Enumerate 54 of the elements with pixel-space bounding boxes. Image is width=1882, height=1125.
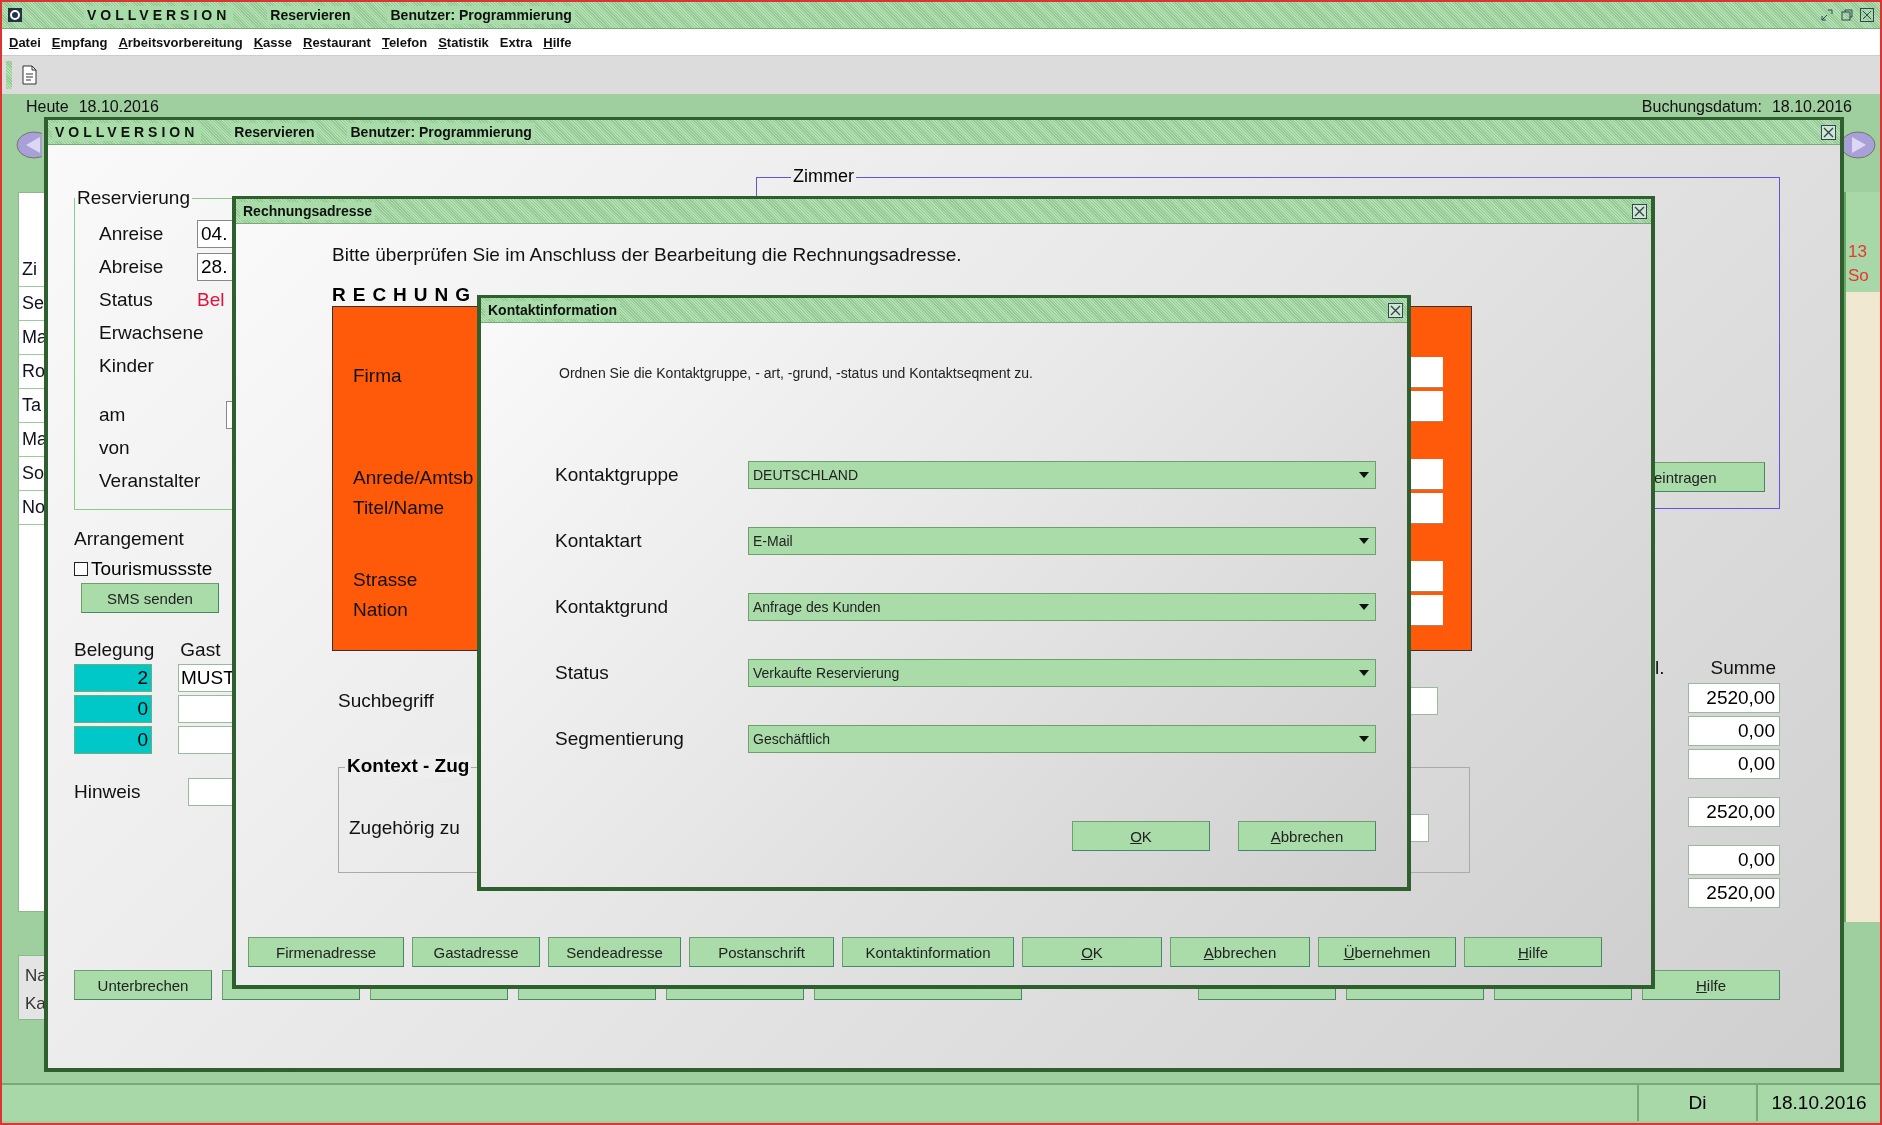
- module-title: Reservieren: [267, 6, 354, 24]
- sum-field: 0,00: [1688, 749, 1780, 779]
- module-title: Reservieren: [231, 123, 318, 141]
- instruction-text: Bitte überprüfen Sie im Anschluss der Bearbeitung die Rechnungsadresse.: [332, 244, 963, 266]
- calendar-day: 13: [1848, 240, 1880, 264]
- instruction-text: Ordnen Sie die Kontaktgruppe, - art, -grund, -status und Kontaktseqment zu.: [559, 365, 1034, 381]
- field-label: am: [99, 403, 127, 426]
- field-label: Anreise: [99, 222, 165, 245]
- dialog-title: Kontaktinformation: [485, 301, 621, 319]
- field-label: Veranstalter: [99, 469, 201, 492]
- app-title: VOLLVERSION: [84, 6, 234, 24]
- today-date: 18.10.2016: [78, 98, 159, 115]
- sum-field: 0,00: [1688, 845, 1780, 875]
- status-date: 18.10.2016: [1756, 1085, 1880, 1121]
- today-label: Heute: [26, 98, 69, 115]
- column-header: Gast: [180, 639, 221, 661]
- field-label: Kontaktart: [555, 530, 642, 552]
- field-label: Abreise: [99, 255, 165, 278]
- sum-field: 2520,00: [1688, 683, 1780, 713]
- calendar-day: So: [1848, 264, 1880, 288]
- sum-field: 2520,00: [1688, 797, 1780, 827]
- dialog-title: Rechnungsadresse: [240, 202, 376, 220]
- section-heading: RECHUNG: [332, 284, 478, 306]
- field-label: Erwachsene: [99, 321, 204, 344]
- field-label: Zugehörig zu: [349, 817, 460, 839]
- user-title: Benutzer: Programmierung: [347, 123, 535, 141]
- arrangement-label: Arrangement: [74, 528, 184, 550]
- field-label: Titel/Name: [353, 497, 446, 519]
- weekday-text: Di: [1637, 1085, 1756, 1121]
- field-label: Kontaktgruppe: [555, 464, 679, 486]
- field-label: von: [99, 436, 131, 459]
- field-label: Kinder: [99, 354, 155, 377]
- column-header: Belegung: [74, 639, 155, 661]
- status-value: Bel: [197, 288, 225, 311]
- sum-field: 0,00: [1688, 716, 1780, 746]
- hint-label: Hinweis: [74, 781, 142, 803]
- field-label: Status: [99, 288, 154, 311]
- field-label: Status: [555, 662, 609, 684]
- window-title: VOLLVERSION: [52, 123, 202, 141]
- field-label: Kontaktgrund: [555, 596, 669, 618]
- field-label: Nation: [353, 599, 409, 621]
- sum-field: 2520,00: [1688, 878, 1780, 908]
- field-label: Strasse: [353, 569, 418, 591]
- search-label: Suchbegriff: [338, 690, 434, 712]
- column-header: l.: [1655, 657, 1665, 679]
- booking-date-label: Buchungsdatum:: [1641, 98, 1762, 115]
- booking-date: 18.10.2016: [1771, 98, 1852, 115]
- field-label: Anrede/Amtsb: [353, 467, 474, 489]
- info-label: Ka: [25, 994, 45, 1014]
- group-legend: Reservierung: [75, 187, 192, 209]
- field-label: Segmentierung: [555, 728, 684, 750]
- field-label: Firma: [353, 365, 402, 387]
- user-title: Benutzer: Programmierung: [387, 6, 575, 24]
- column-header: Summe: [1710, 657, 1776, 679]
